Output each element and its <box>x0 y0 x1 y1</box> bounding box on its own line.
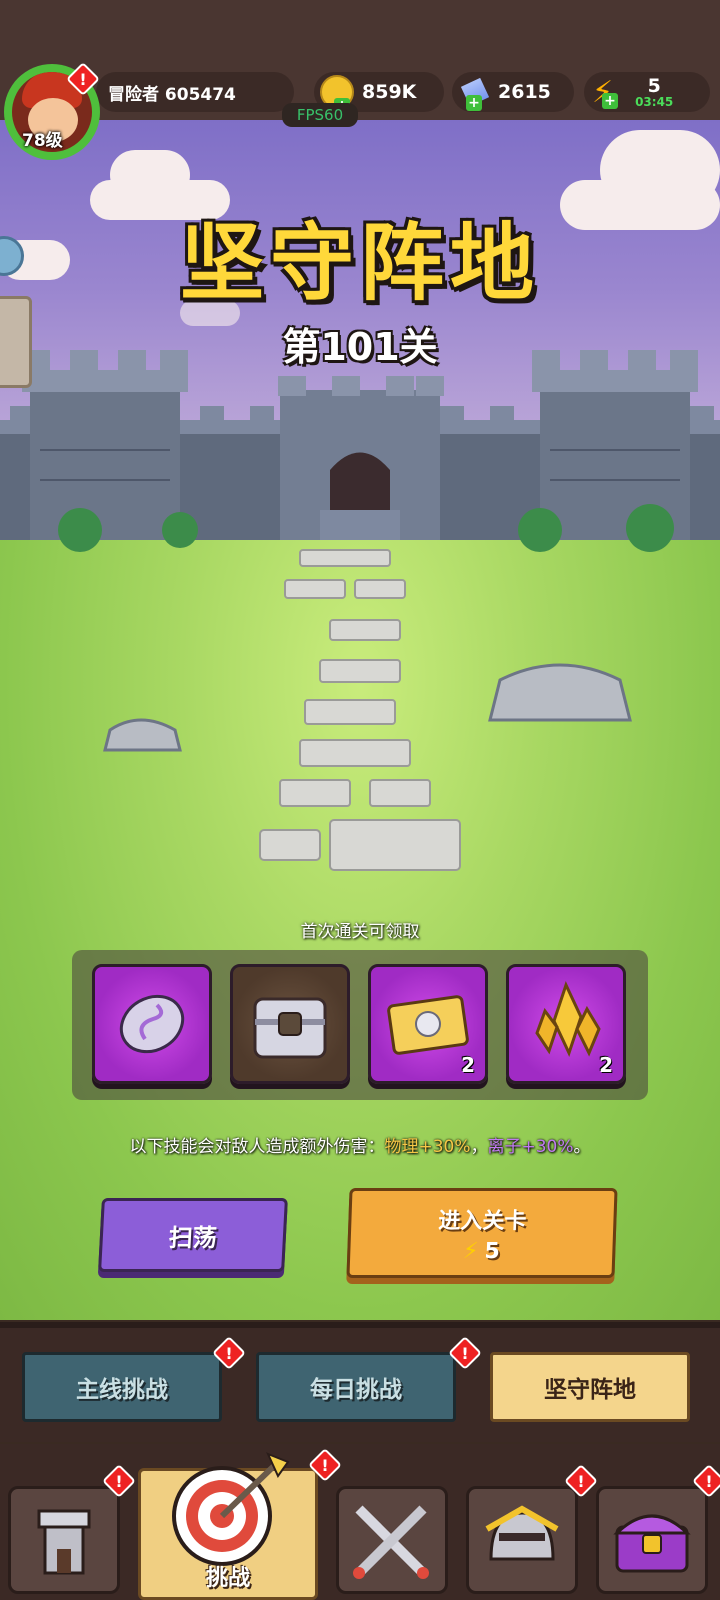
nav-alert-badge: ! <box>308 1448 342 1482</box>
nav-alert-badge: ! <box>692 1464 720 1498</box>
reward-count: 2 <box>599 1053 613 1077</box>
treasure-chest-icon <box>613 1514 691 1573</box>
gold-value: 859K <box>362 81 417 103</box>
tab-label: 坚守阵地 <box>544 1377 636 1403</box>
target-icon <box>172 1452 290 1566</box>
stage-number: 第101关 <box>282 325 438 369</box>
lightning-icon: ⚡ <box>462 1238 479 1264</box>
energy-value: 5 <box>647 74 661 97</box>
sweep-label: 扫荡 <box>168 1223 218 1252</box>
sweep-button[interactable]: 扫荡 <box>98 1198 288 1272</box>
nav-tower[interactable] <box>8 1486 120 1594</box>
reward-slot-1[interactable] <box>92 964 212 1084</box>
tab-alert-badge: ! <box>212 1336 246 1370</box>
ion-bonus: 离子+30% <box>487 1137 574 1157</box>
stone-path <box>103 549 632 871</box>
add-energy-icon[interactable]: + <box>602 93 618 109</box>
tab-main-challenge[interactable]: 主线挑战 <box>22 1352 222 1422</box>
crossed-swords-icon <box>353 1505 429 1579</box>
enter-stage-label: 进入关卡 <box>437 1208 527 1234</box>
reward-slot-2[interactable] <box>230 964 350 1084</box>
tower-icon <box>37 1509 91 1575</box>
stage-title: 坚守阵地 <box>179 214 540 312</box>
player-name-pill[interactable]: 冒险者 605474 <box>96 72 294 112</box>
skill-bonus-note: 以下技能会对敌人造成额外伤害：物理+30%，离子+30%。 <box>129 1137 591 1157</box>
treasure-chest-icon <box>253 997 327 1059</box>
nav-alert-badge: ! <box>564 1464 598 1498</box>
reward-slot-4[interactable]: 2 <box>506 964 626 1084</box>
first-clear-label: 首次通关可领取 <box>300 922 420 942</box>
reward-slot-3[interactable]: 2 <box>368 964 488 1084</box>
physical-bonus: 物理+30% <box>384 1137 471 1157</box>
rune-stone-icon <box>119 994 185 1054</box>
castle-illustration <box>0 350 720 552</box>
gem-value: 2615 <box>498 81 551 103</box>
nav-battle[interactable] <box>336 1486 448 1594</box>
player-level: 78级 <box>22 131 63 151</box>
add-gem-icon[interactable]: + <box>466 95 482 111</box>
tab-label: 主线挑战 <box>76 1377 168 1403</box>
tab-daily-challenge[interactable]: 每日挑战 <box>256 1352 456 1422</box>
reward-count: 2 <box>461 1053 475 1077</box>
enter-cost: 5 <box>483 1238 501 1264</box>
nav-alert-badge: ! <box>102 1464 136 1498</box>
fps-counter: FPS60 <box>282 103 358 127</box>
nav-shop[interactable] <box>596 1486 708 1594</box>
tab-label: 每日挑战 <box>310 1377 402 1403</box>
tab-hold-ground[interactable]: 坚守阵地 <box>490 1352 690 1422</box>
nav-hero[interactable] <box>466 1486 578 1594</box>
energy-timer: 03:45 <box>635 94 674 109</box>
helmet-icon <box>485 1505 559 1561</box>
enter-stage-button[interactable]: 进入关卡 ⚡ 5 <box>346 1188 618 1278</box>
player-name: 冒险者 605474 <box>108 84 236 105</box>
avatar-alert-badge: ! <box>66 62 100 96</box>
tab-alert-badge: ! <box>448 1336 482 1370</box>
nav-challenge-label: 挑战 <box>205 1566 250 1591</box>
